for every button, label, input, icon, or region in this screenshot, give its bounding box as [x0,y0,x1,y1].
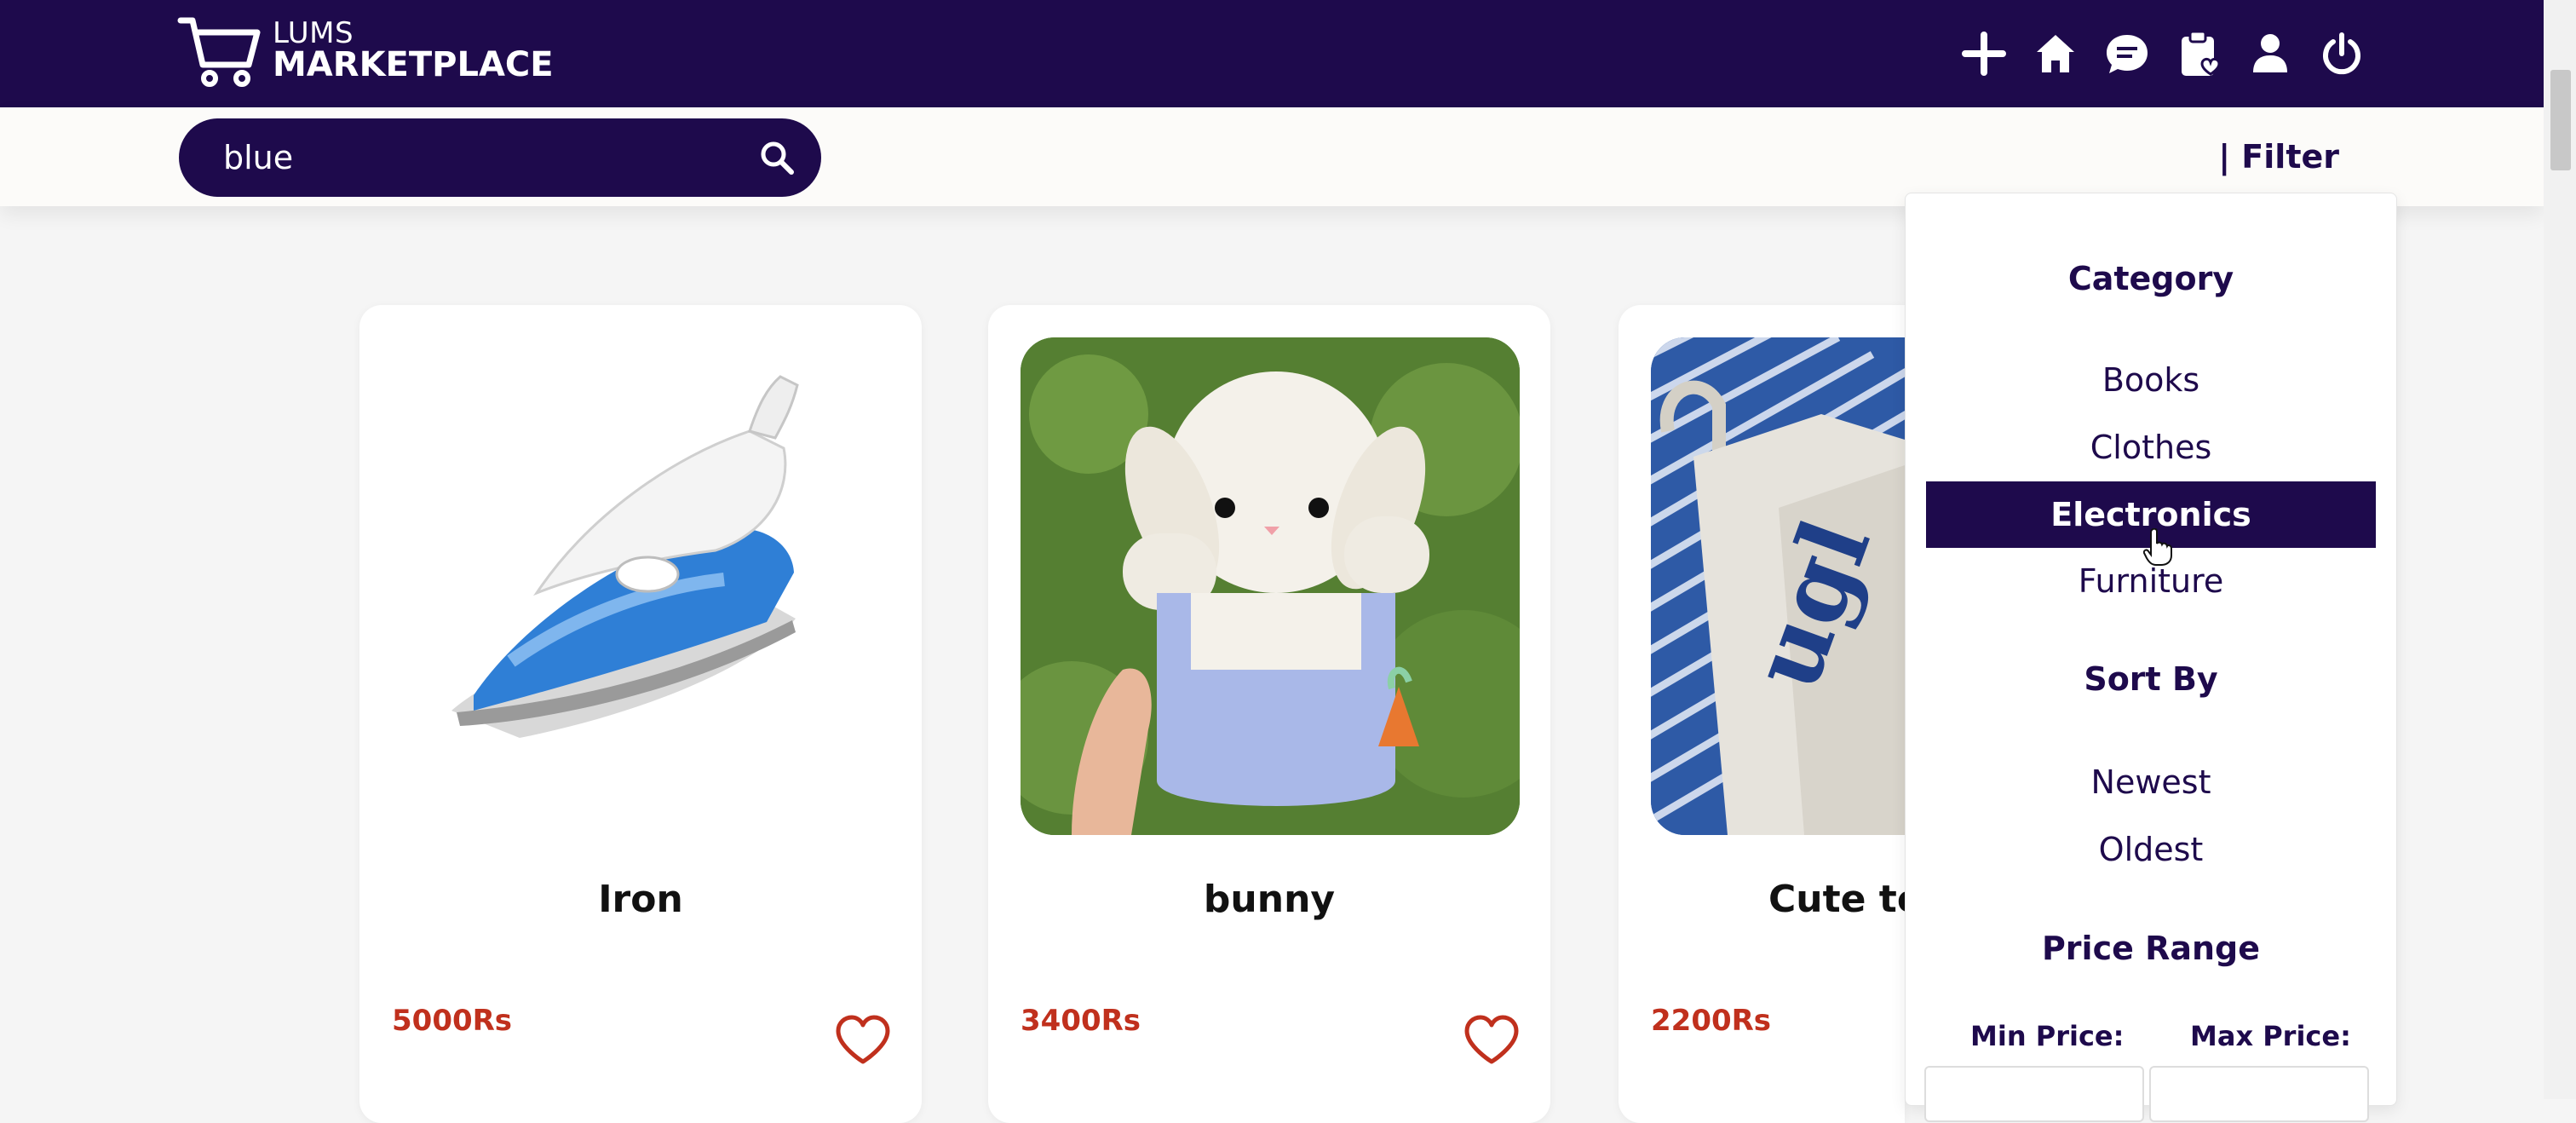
cart-icon [177,17,261,87]
product-title[interactable]: Iron [359,878,922,921]
product-card[interactable]: ugl 2200Rs Cute to [1619,305,1923,1123]
home-icon[interactable] [2033,29,2079,78]
sort-heading: Sort By [2084,660,2218,698]
clipboard-icon[interactable] [2176,29,2222,78]
product-card[interactable]: 5000Rs Iron [359,305,922,1123]
category-option-clothes[interactable]: Clothes [1926,414,2376,481]
search-box [179,118,821,197]
product-title[interactable]: Cute to [1768,878,1923,921]
product-image-tote[interactable]: ugl [1651,337,1905,835]
page-scrollbar[interactable] [2544,0,2576,1099]
scrollbar-thumb[interactable] [2550,70,2571,170]
product-image-iron[interactable] [392,337,891,835]
max-price-input[interactable] [2149,1066,2369,1122]
product-price: 5000Rs [392,1004,513,1038]
search-button[interactable] [756,137,797,178]
category-option-books[interactable]: Books [1926,347,2376,413]
logo[interactable]: LUMS MARKETPLACE [177,14,554,87]
min-price-label: Min Price: [1970,1020,2125,1052]
hand-cursor-icon [2143,528,2172,566]
search-input[interactable] [221,138,702,177]
sort-option-oldest[interactable]: Oldest [1926,816,2376,883]
brand-line2: MARKETPLACE [273,45,554,84]
sort-option-newest[interactable]: Newest [1926,749,2376,815]
price-range-heading: Price Range [2041,930,2261,967]
category-heading: Category [2067,260,2234,297]
product-price: 2200Rs [1651,1004,1772,1038]
heart-icon[interactable] [835,1014,891,1065]
top-navbar: LUMS MARKETPLACE [0,0,2544,107]
filter-toggle[interactable]: | Filter [2218,138,2339,176]
chat-icon[interactable] [2104,29,2150,78]
brand-line1: LUMS [273,16,354,50]
search-bar-area: | Filter [0,107,2544,206]
search-icon [761,141,794,175]
power-icon[interactable] [2319,29,2365,78]
filter-panel: Category Books Clothes Electronics Furni… [1905,193,2397,1122]
min-price-input[interactable] [1924,1066,2144,1122]
heart-icon[interactable] [1463,1014,1520,1065]
user-icon[interactable] [2247,29,2293,78]
max-price-label: Max Price: [2190,1020,2351,1052]
product-card[interactable]: 3400Rs bunny [988,305,1550,1123]
product-title[interactable]: bunny [988,878,1550,921]
plus-icon[interactable] [1961,29,2007,78]
product-price: 3400Rs [1021,1004,1141,1038]
product-image-bunny[interactable] [1021,337,1520,835]
